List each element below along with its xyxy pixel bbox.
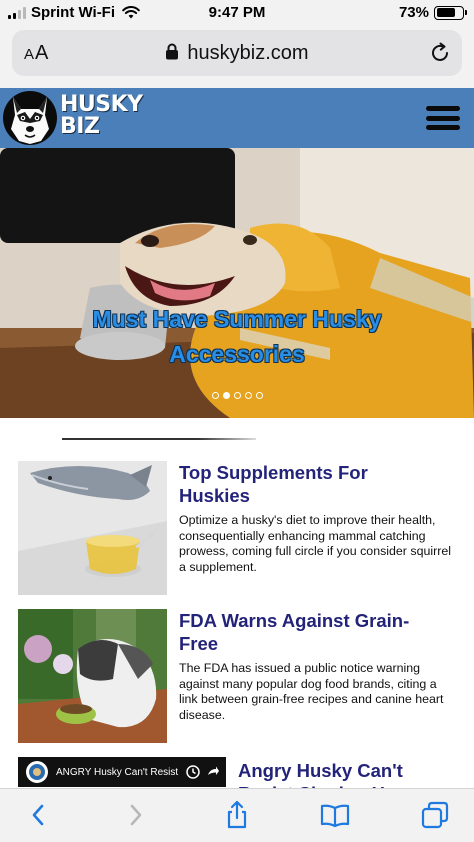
reload-icon[interactable] <box>428 41 452 65</box>
section-divider <box>62 438 256 440</box>
fish-oil-thumbnail[interactable] <box>18 461 167 595</box>
slider-dot[interactable] <box>233 392 241 399</box>
video-thumbnail[interactable]: ANGRY Husky Can't Resist <box>18 757 226 787</box>
slider-dot[interactable] <box>255 392 263 399</box>
channel-avatar-icon <box>26 761 48 783</box>
husky-eating-thumbnail[interactable] <box>18 609 167 743</box>
browser-toolbar <box>0 788 474 842</box>
browser-address-area: AA huskybiz.com <box>0 26 474 88</box>
hero-dog-image <box>0 148 474 418</box>
battery-percent: 73% <box>398 4 429 21</box>
video-title: ANGRY Husky Can't Resist <box>56 767 179 778</box>
forward-arrow-icon[interactable] <box>120 800 150 830</box>
url-domain: huskybiz.com <box>187 42 309 64</box>
site-header: HUSKY BIZ <box>0 88 474 148</box>
article-title[interactable]: FDA Warns Against Grain-Free <box>179 609 439 655</box>
share-icon[interactable] <box>222 800 252 830</box>
slider-dot[interactable] <box>211 392 219 399</box>
status-bar: Sprint Wi-Fi 9:47 PM 73% <box>0 0 474 26</box>
article-description: The FDA has issued a public notice warni… <box>179 661 444 722</box>
watch-later-icon[interactable] <box>186 765 200 779</box>
article-card-angry-husky[interactable]: ANGRY Husky Can't Resist Angry Husky Can… <box>18 757 458 788</box>
slider-dot[interactable] <box>244 392 252 399</box>
hero-slider[interactable]: Must Have Summer Husky Accessories <box>0 148 474 418</box>
share-video-icon[interactable] <box>206 765 220 779</box>
hero-title[interactable]: Must Have Summer Husky Accessories <box>0 302 474 372</box>
article-title[interactable]: Angry Husky Can't Resist Singing Happy..… <box>238 759 458 788</box>
battery-icon <box>434 5 467 20</box>
husky-logo-icon[interactable] <box>3 91 57 145</box>
tabs-icon[interactable] <box>420 800 450 830</box>
article-title[interactable]: Top Supplements For Huskies <box>179 461 439 507</box>
bookmarks-icon[interactable] <box>320 800 350 830</box>
slider-dot[interactable] <box>222 392 230 399</box>
article-card-supplements[interactable]: Top Supplements For Huskies Optimize a h… <box>18 461 458 595</box>
back-arrow-icon[interactable] <box>24 800 54 830</box>
article-description: Optimize a husky's diet to improve their… <box>179 513 452 574</box>
hamburger-menu-icon[interactable] <box>426 106 460 130</box>
url-field[interactable]: huskybiz.com <box>12 42 462 65</box>
address-bar[interactable]: AA huskybiz.com <box>12 30 462 76</box>
lock-icon <box>166 43 179 60</box>
article-card-fda[interactable]: FDA Warns Against Grain-Free The FDA has… <box>18 609 458 743</box>
slider-dots <box>0 392 474 399</box>
site-logo-text[interactable]: HUSKY BIZ <box>60 94 143 138</box>
battery-level <box>436 8 455 17</box>
status-right: 73% <box>398 4 467 21</box>
